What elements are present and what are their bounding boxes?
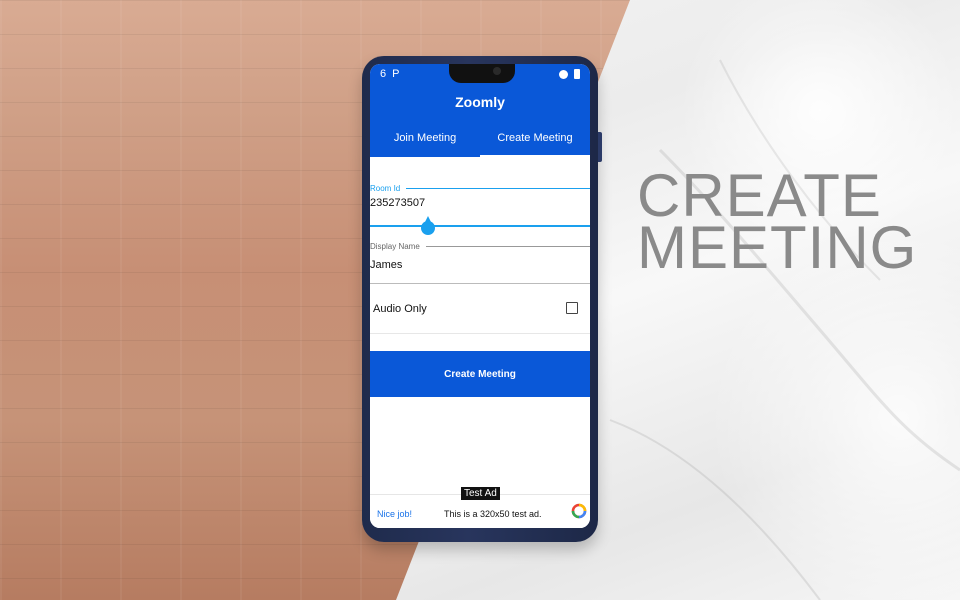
ad-headline[interactable]: Nice job! [377, 509, 412, 519]
audio-only-label: Audio Only [373, 303, 427, 315]
text-cursor-handle[interactable] [421, 216, 435, 235]
room-id-field[interactable]: Room Id 235273507 [370, 184, 590, 227]
display-name-outline [426, 246, 590, 247]
display-name-value: James [370, 259, 403, 271]
section-divider [370, 333, 590, 334]
status-right-icons [559, 69, 580, 79]
display-name-underline [370, 283, 590, 284]
ad-description[interactable]: This is a 320x50 test ad. [444, 509, 542, 519]
room-id-underline [370, 225, 590, 227]
room-id-value: 235273507 [370, 197, 426, 209]
create-meeting-button[interactable]: Create Meeting [370, 351, 590, 397]
tab-create-meeting-label: Create Meeting [497, 132, 573, 144]
audio-only-checkbox[interactable] [566, 302, 578, 314]
phone-side-button [598, 132, 602, 162]
headline-line-2: MEETING [637, 214, 918, 281]
audio-only-row[interactable]: Audio Only [370, 285, 590, 333]
status-left-icons: 6 P [380, 68, 399, 80]
front-camera-icon [493, 67, 501, 75]
test-ad-badge: Test Ad [461, 487, 500, 500]
tab-join-meeting[interactable]: Join Meeting [370, 119, 480, 157]
app-bar: Zoomly [370, 84, 590, 119]
create-meeting-form: Room Id 235273507 Display Name James Aud… [370, 157, 590, 528]
room-id-label: Room Id [370, 184, 405, 193]
wifi-icon [559, 69, 568, 79]
app-title: Zoomly [455, 93, 505, 110]
phone-notch [449, 64, 515, 83]
tab-create-meeting[interactable]: Create Meeting [480, 119, 590, 157]
phone-screen: 6 P Zoomly Join Meeting Create Meeting R… [370, 64, 590, 528]
display-name-label: Display Name [370, 242, 424, 251]
room-id-outline [406, 188, 590, 189]
notification-icon: 6 [380, 68, 387, 80]
tab-strip: Join Meeting Create Meeting [370, 119, 590, 157]
notification-icon: P [392, 68, 400, 80]
phone-device: 6 P Zoomly Join Meeting Create Meeting R… [362, 56, 602, 542]
ad-choices-icon[interactable] [571, 503, 587, 519]
headline: CREATE MEETING [637, 166, 957, 281]
battery-icon [574, 69, 580, 79]
create-meeting-button-label: Create Meeting [444, 368, 516, 380]
display-name-field[interactable]: Display Name James [370, 242, 590, 284]
tab-join-meeting-label: Join Meeting [393, 132, 457, 144]
test-ad-banner[interactable]: Test Ad Nice job! This is a 320x50 test … [370, 487, 590, 528]
